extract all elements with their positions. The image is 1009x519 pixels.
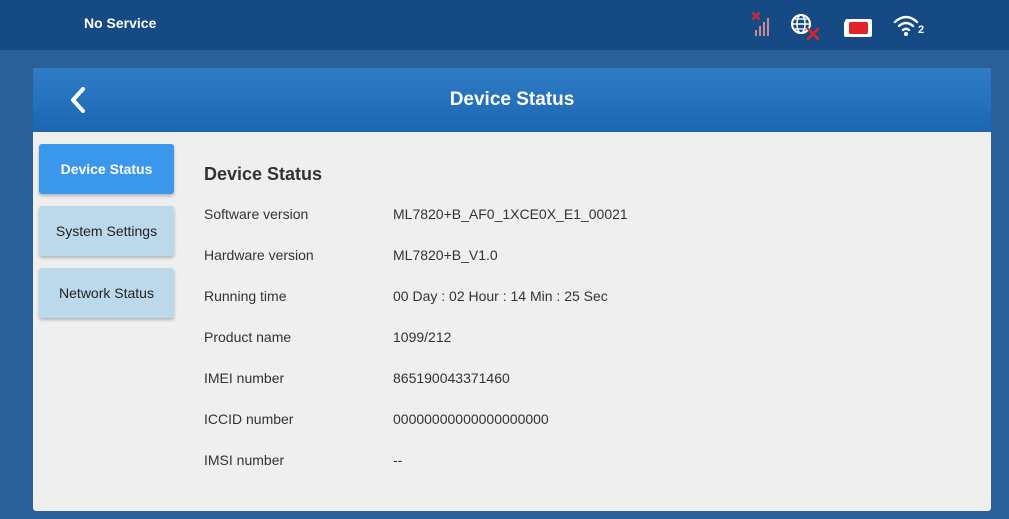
no-signal-icon [752, 12, 772, 40]
info-label: IMSI number [204, 452, 285, 468]
info-value: ML7820+B_V1.0 [393, 247, 498, 263]
back-button[interactable] [63, 84, 95, 116]
wifi-client-count: 2 [918, 24, 925, 36]
info-label: IMEI number [204, 370, 285, 386]
section-title: Device Status [204, 164, 323, 184]
sim-card-icon [842, 12, 876, 40]
sidebar-nav: Device Status System Settings Network St… [39, 144, 174, 330]
info-label: ICCID number [204, 411, 294, 427]
info-value: 865190043371460 [393, 370, 510, 386]
info-value: 00 Day : 02 Hour : 14 Min : 25 Sec [393, 288, 608, 304]
info-value: 00000000000000000000 [393, 411, 549, 427]
info-label: Running time [204, 288, 287, 304]
info-label: Product name [204, 329, 292, 345]
nav-item-device-status[interactable]: Device Status [39, 144, 174, 194]
page-title: Device Status [449, 89, 575, 110]
status-bar: No Service 2 [0, 0, 1009, 50]
device-status-panel: Device Status Device Status System Setti… [33, 68, 991, 511]
wifi-icon: 2 [893, 12, 933, 40]
nav-item-network-status[interactable]: Network Status [39, 268, 174, 318]
info-value: ML7820+B_AF0_1XCE0X_E1_00021 [393, 206, 628, 222]
carrier-label: No Service [84, 15, 157, 31]
nav-item-system-settings[interactable]: System Settings [39, 206, 174, 256]
chevron-left-icon [71, 87, 85, 113]
panel-header: Device Status [33, 68, 991, 132]
info-value: 1099/212 [393, 329, 452, 345]
no-internet-globe-icon [789, 12, 821, 41]
info-label: Software version [204, 206, 309, 222]
info-label: Hardware version [204, 247, 314, 263]
info-value: -- [393, 452, 403, 468]
